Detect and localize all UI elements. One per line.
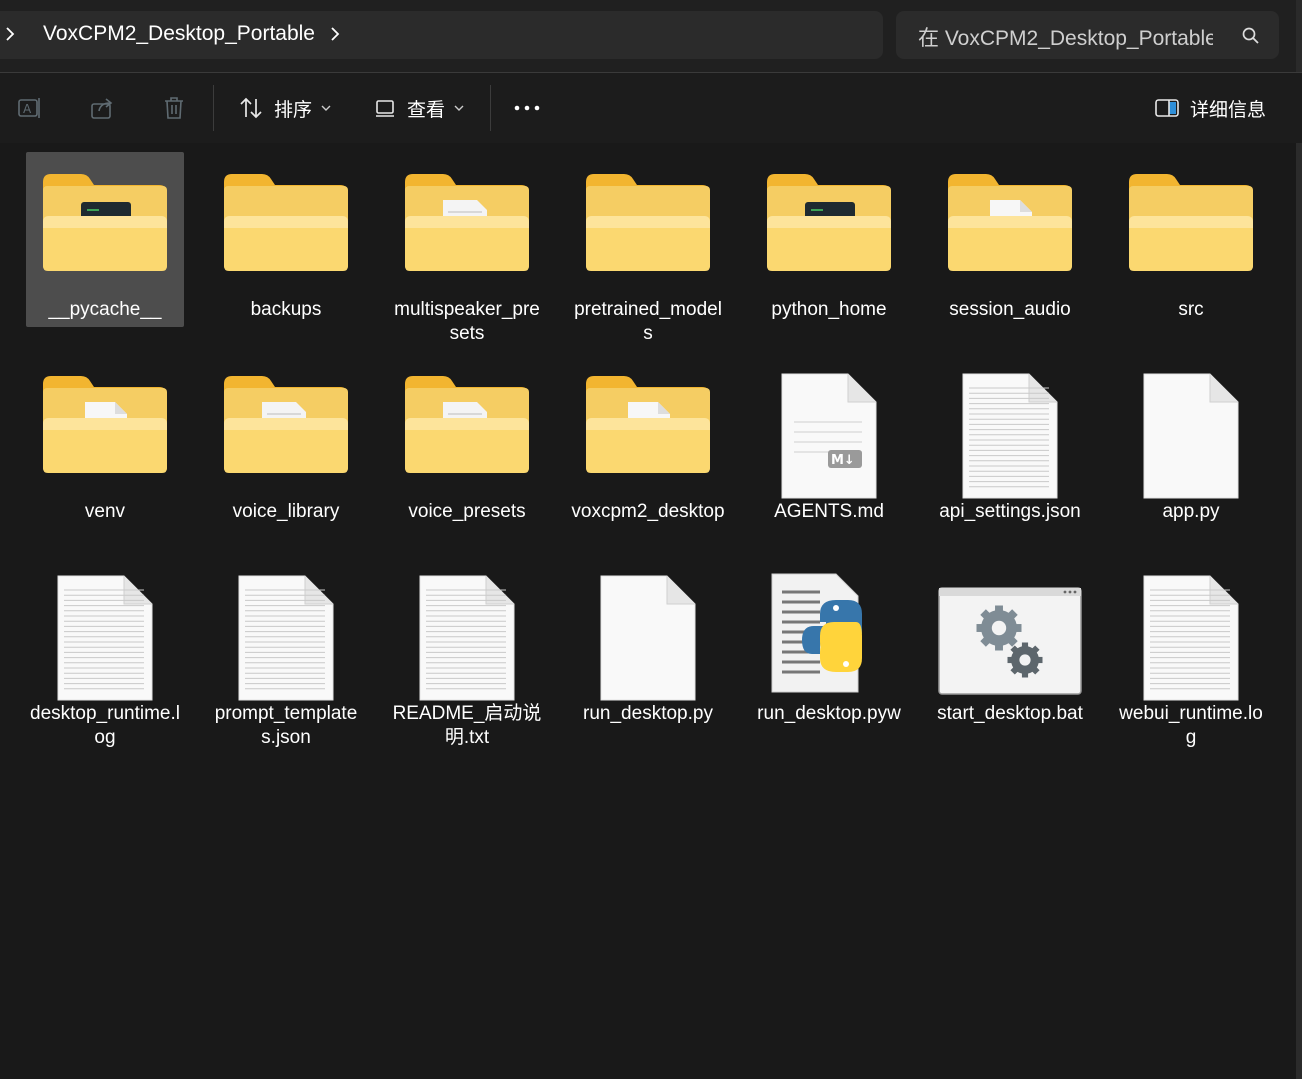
share-icon bbox=[91, 98, 113, 119]
folder-item[interactable]: __pycache__ bbox=[26, 152, 184, 327]
svg-text:M↓: M↓ bbox=[831, 453, 855, 468]
text-file-icon bbox=[26, 556, 184, 701]
item-name: pretrained_models bbox=[574, 299, 722, 344]
item-name: start_desktop.bat bbox=[937, 703, 1083, 724]
item-name: AGENTS.md bbox=[774, 501, 884, 522]
details-label: 详细信息 bbox=[1190, 99, 1267, 121]
item-name: webui_runtime.log bbox=[1119, 703, 1263, 748]
folder-icon bbox=[26, 354, 184, 494]
item-name: voice_presets bbox=[408, 501, 526, 522]
folder-icon bbox=[750, 152, 908, 292]
item-name: session_audio bbox=[949, 299, 1071, 320]
python-file-icon bbox=[750, 556, 908, 696]
markdown-file-icon: M↓ bbox=[750, 354, 908, 499]
rename-button[interactable]: A bbox=[16, 73, 44, 143]
share-button[interactable] bbox=[88, 73, 116, 143]
chevron-down-icon bbox=[321, 105, 331, 111]
command-bar: A 排序 查看 详细信息 bbox=[0, 72, 1302, 144]
text-file-icon bbox=[207, 556, 365, 701]
address-bar[interactable]: VoxCPM2_Desktop_Portable bbox=[0, 11, 883, 59]
sort-icon bbox=[240, 97, 262, 119]
folder-icon bbox=[207, 354, 365, 494]
more-options-button[interactable] bbox=[512, 73, 542, 143]
batch-file-icon bbox=[931, 556, 1089, 696]
folder-icon bbox=[207, 152, 365, 292]
item-name: multispeaker_presets bbox=[394, 299, 540, 344]
view-icon bbox=[376, 100, 394, 117]
rename-icon: A bbox=[18, 98, 40, 118]
scrollbar[interactable] bbox=[1296, 0, 1302, 72]
toolbar-divider bbox=[490, 85, 491, 131]
search-input[interactable]: 在 VoxCPM2_Desktop_Portable 中搜索 bbox=[918, 22, 1213, 52]
item-name: __pycache__ bbox=[48, 299, 162, 320]
folder-icon bbox=[569, 152, 727, 292]
folder-icon bbox=[26, 152, 184, 292]
blank-file-icon bbox=[1112, 354, 1270, 499]
details-pane-button[interactable]: 详细信息 bbox=[1154, 73, 1266, 143]
search-icon[interactable] bbox=[1241, 26, 1261, 46]
text-file-icon bbox=[388, 556, 546, 701]
item-name: run_desktop.pyw bbox=[757, 703, 901, 724]
blank-file-icon bbox=[569, 556, 727, 701]
sort-button[interactable]: 排序 bbox=[238, 73, 332, 143]
delete-button[interactable] bbox=[160, 73, 188, 143]
svg-text:A: A bbox=[23, 102, 32, 116]
view-button[interactable]: 查看 bbox=[373, 73, 465, 143]
chevron-down-icon bbox=[454, 105, 464, 111]
item-name: backups bbox=[250, 299, 322, 320]
item-name: voxcpm2_desktop bbox=[571, 501, 725, 522]
item-name: app.py bbox=[1162, 501, 1220, 522]
more-icon bbox=[514, 105, 540, 111]
view-label: 查看 bbox=[407, 99, 446, 121]
text-file-icon bbox=[1112, 556, 1270, 701]
sort-label: 排序 bbox=[274, 99, 313, 121]
item-name: run_desktop.py bbox=[583, 703, 713, 724]
item-name: venv bbox=[84, 501, 126, 522]
folder-icon bbox=[569, 354, 727, 494]
folder-icon bbox=[388, 152, 546, 292]
chevron-right-icon[interactable] bbox=[4, 24, 16, 44]
folder-icon bbox=[388, 354, 546, 494]
file-list: __pycache__ backups multispeaker_presets… bbox=[0, 143, 1296, 1079]
item-name: voice_library bbox=[232, 501, 340, 522]
item-name: src bbox=[1178, 299, 1204, 320]
trash-icon bbox=[165, 97, 183, 119]
item-name: api_settings.json bbox=[939, 501, 1081, 522]
text-file-icon bbox=[931, 354, 1089, 499]
toolbar-divider bbox=[213, 85, 214, 131]
item-name: python_home bbox=[771, 299, 887, 320]
search-box[interactable]: 在 VoxCPM2_Desktop_Portable 中搜索 bbox=[896, 11, 1279, 59]
details-pane-icon bbox=[1155, 99, 1179, 117]
folder-icon bbox=[1112, 152, 1270, 292]
item-name: prompt_templates.json bbox=[214, 703, 358, 748]
folder-icon bbox=[931, 152, 1089, 292]
item-name: README_启动说明.txt bbox=[392, 703, 542, 748]
breadcrumb-current-folder[interactable]: VoxCPM2_Desktop_Portable bbox=[43, 22, 315, 46]
item-name: desktop_runtime.log bbox=[30, 703, 180, 748]
address-bar-area: VoxCPM2_Desktop_Portable 在 VoxCPM2_Deskt… bbox=[0, 0, 1302, 72]
vertical-scrollbar[interactable] bbox=[1296, 143, 1302, 1079]
chevron-right-icon[interactable] bbox=[329, 24, 341, 44]
